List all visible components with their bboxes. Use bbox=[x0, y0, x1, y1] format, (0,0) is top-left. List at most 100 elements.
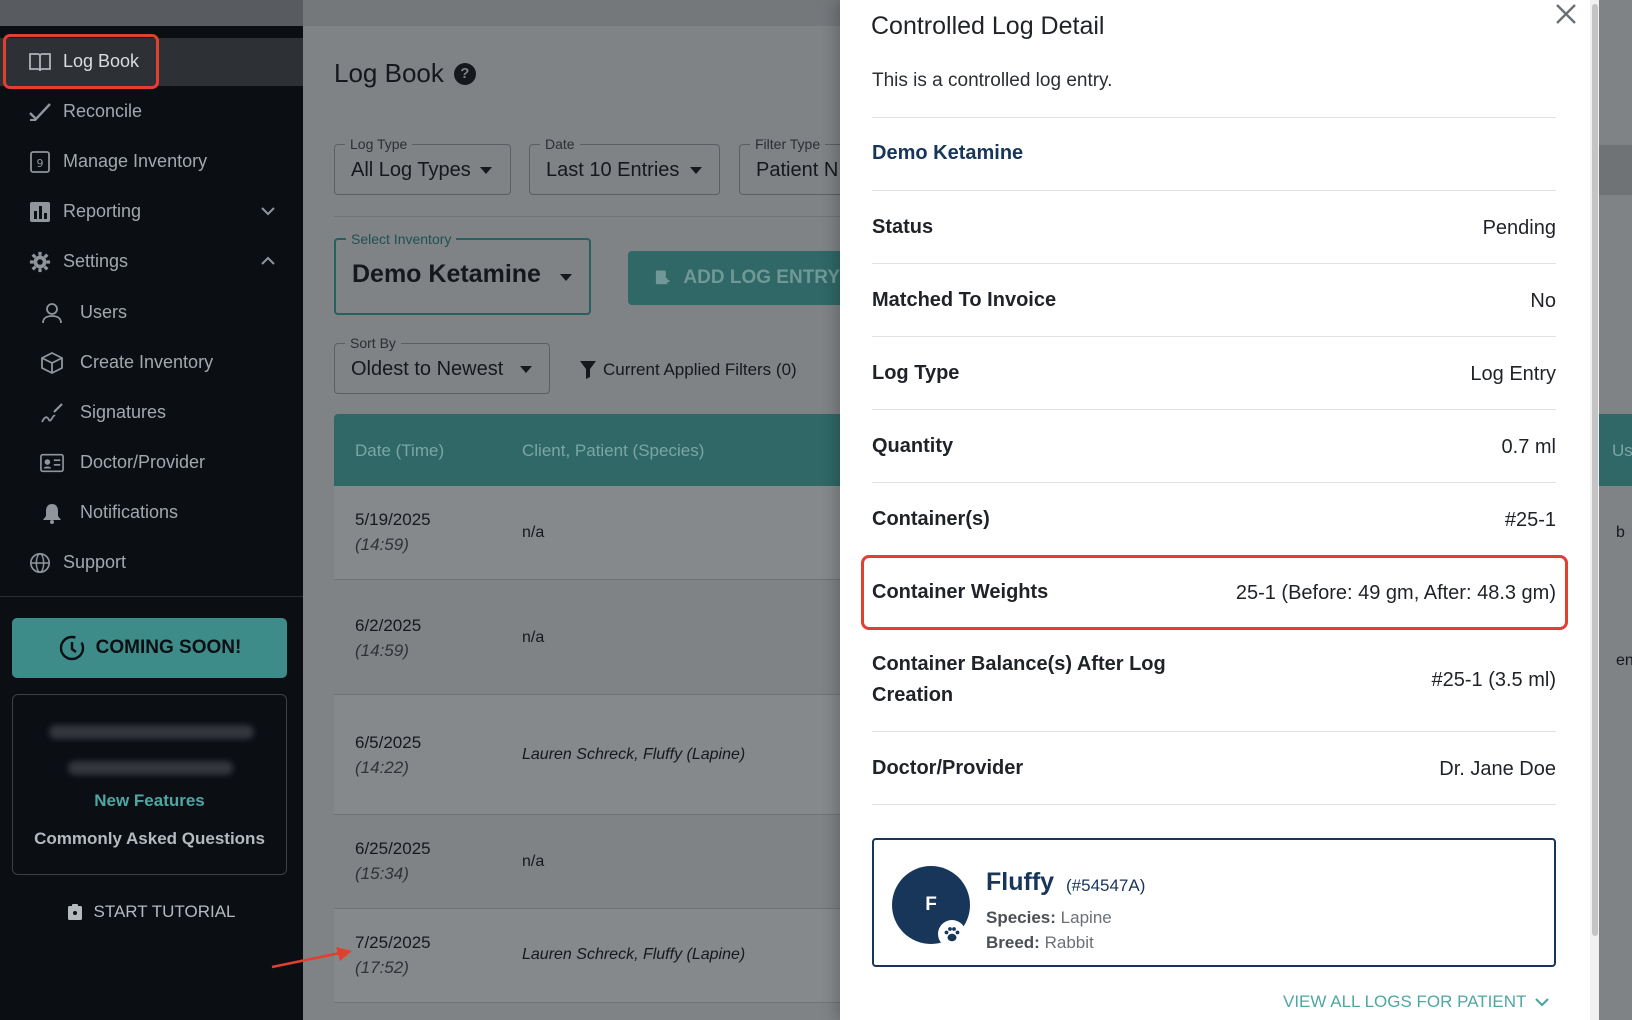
annotation-arrow-icon bbox=[271, 947, 352, 969]
table-row[interactable]: 6/5/2025 (14:22) Lauren Schreck, Fluffy … bbox=[334, 695, 840, 815]
row-date: 6/25/2025 bbox=[355, 839, 431, 858]
species-label: Species: bbox=[986, 908, 1056, 927]
user-icon bbox=[42, 303, 62, 324]
sidebar-item-label: Doctor/Provider bbox=[80, 452, 206, 472]
main-content: Log Book ? Log Type All Log Types Date L… bbox=[303, 0, 849, 1020]
edge-cell-text: ent bbox=[1616, 652, 1632, 669]
column-header-date[interactable]: Date (Time) bbox=[355, 441, 444, 461]
detail-label-matched: Matched To Invoice bbox=[872, 289, 1057, 311]
table-row[interactable]: 5/19/2025 (14:59) n/a bbox=[334, 486, 840, 580]
divider bbox=[872, 336, 1556, 337]
main-top-strip bbox=[303, 0, 840, 26]
patient-card[interactable]: F Fluffy (#54547A) Species: Lapine Breed… bbox=[872, 838, 1556, 967]
log-type-select[interactable]: Log Type All Log Types bbox=[334, 136, 511, 195]
version-text-blurred bbox=[49, 725, 254, 739]
applied-filters-button[interactable]: Current Applied Filters (0) bbox=[579, 360, 797, 380]
table-header: Date (Time) Client, Patient (Species) bbox=[334, 414, 840, 486]
cube-icon bbox=[41, 352, 63, 374]
sidebar-item-notifications[interactable]: Notifications bbox=[0, 489, 303, 537]
sidebar-item-label: Support bbox=[63, 552, 127, 572]
inventory-icon: 9 bbox=[30, 151, 50, 173]
species-value: Lapine bbox=[1060, 908, 1112, 927]
breed-label: Breed: bbox=[986, 933, 1040, 952]
new-features-link[interactable]: New Features bbox=[13, 791, 286, 811]
filter-type-legend: Filter Type bbox=[750, 136, 826, 152]
row-date: 6/2/2025 bbox=[355, 616, 422, 635]
coming-soon-label: COMING SOON! bbox=[95, 637, 242, 658]
sidebar-divider bbox=[0, 596, 303, 597]
patient-id: (#54547A) bbox=[1066, 876, 1146, 895]
page-title: Log Book ? bbox=[334, 58, 476, 89]
sidebar-item-label: Reporting bbox=[63, 201, 142, 221]
detail-label-quantity: Quantity bbox=[872, 435, 954, 457]
bell-icon bbox=[43, 504, 61, 524]
log-type-legend: Log Type bbox=[345, 136, 413, 152]
add-log-entry-label: ADD LOG ENTRY bbox=[683, 267, 840, 288]
select-inventory-value: Demo Ketamine bbox=[352, 260, 541, 288]
sidebar-item-reporting[interactable]: Reporting bbox=[0, 188, 303, 236]
divider bbox=[872, 263, 1556, 264]
caret-down-icon bbox=[690, 167, 702, 174]
column-header-client[interactable]: Client, Patient (Species) bbox=[522, 441, 704, 461]
caret-down-icon bbox=[480, 167, 492, 174]
table-row[interactable]: 7/25/2025 (17:52) Lauren Schreck, Fluffy… bbox=[334, 909, 840, 1003]
select-inventory[interactable]: Select Inventory Demo Ketamine bbox=[334, 231, 591, 315]
row-date: 6/5/2025 bbox=[355, 733, 422, 752]
sidebar-item-label: Create Inventory bbox=[80, 352, 214, 372]
table-row[interactable]: 6/2/2025 (14:59) n/a bbox=[334, 580, 840, 695]
row-date: 5/19/2025 bbox=[355, 510, 431, 529]
svg-text:9: 9 bbox=[37, 157, 44, 170]
patient-name: Fluffy bbox=[986, 868, 1055, 896]
sidebar-top-strip bbox=[0, 0, 303, 26]
sidebar-item-signatures[interactable]: Signatures bbox=[0, 389, 303, 437]
row-time: (15:34) bbox=[355, 864, 409, 883]
edge-cell-text: b bbox=[1616, 524, 1625, 541]
close-icon[interactable] bbox=[1552, 0, 1580, 28]
view-all-logs-label: VIEW ALL LOGS FOR PATIENT bbox=[1283, 992, 1527, 1011]
edge-header-text: Us bbox=[1612, 441, 1632, 460]
coming-soon-button[interactable]: COMING SOON! bbox=[12, 618, 287, 678]
divider bbox=[334, 216, 840, 217]
drawer-subtitle: This is a controlled log entry. bbox=[872, 70, 1113, 91]
sort-by-legend: Sort By bbox=[345, 335, 401, 351]
start-tutorial-button[interactable]: START TUTORIAL bbox=[0, 902, 303, 922]
sidebar-item-doctor-provider[interactable]: Doctor/Provider bbox=[0, 439, 303, 487]
sidebar-item-settings[interactable]: Settings bbox=[0, 238, 303, 286]
row-client: n/a bbox=[522, 524, 545, 541]
add-log-entry-button[interactable]: ADD LOG ENTRY bbox=[628, 251, 840, 305]
sidebar-item-support[interactable]: Support bbox=[0, 539, 303, 587]
divider bbox=[872, 731, 1556, 732]
caret-down-icon bbox=[560, 274, 572, 281]
row-client: n/a bbox=[522, 629, 545, 646]
help-icon[interactable]: ? bbox=[453, 62, 476, 85]
patient-breed: Breed: Rabbit bbox=[986, 933, 1094, 953]
check-icon bbox=[29, 103, 51, 121]
filter-type-value: Patient N bbox=[756, 159, 839, 181]
row-time: (14:22) bbox=[355, 758, 409, 777]
sidebar-item-manage-inventory[interactable]: 9 Manage Inventory bbox=[0, 138, 303, 186]
sidebar: Log Book Reconcile 9 Manage Inventory Re… bbox=[0, 0, 303, 1020]
sidebar-item-users[interactable]: Users bbox=[0, 289, 303, 337]
filter-type-select[interactable]: Filter Type Patient N bbox=[739, 136, 849, 195]
caret-down-icon bbox=[520, 366, 532, 373]
update-text-blurred bbox=[68, 761, 233, 775]
sort-by-select[interactable]: Sort By Oldest to Newest bbox=[334, 335, 550, 394]
detail-label-status: Status bbox=[872, 216, 934, 238]
date-value: Last 10 Entries bbox=[546, 159, 680, 181]
sidebar-item-create-inventory[interactable]: Create Inventory bbox=[0, 339, 303, 387]
common-questions-link[interactable]: Commonly Asked Questions bbox=[13, 829, 286, 849]
divider bbox=[872, 804, 1556, 805]
table-row[interactable]: 6/25/2025 (15:34) n/a bbox=[334, 815, 840, 909]
detail-label-balance-line2: Creation bbox=[872, 684, 954, 706]
detail-value-matched: No bbox=[1530, 290, 1556, 312]
view-all-logs-button[interactable]: VIEW ALL LOGS FOR PATIENT bbox=[1283, 992, 1550, 1012]
drawer-scrollbar-thumb[interactable] bbox=[1592, 4, 1598, 936]
drug-link[interactable]: Demo Ketamine bbox=[872, 142, 1023, 165]
row-client: n/a bbox=[522, 853, 545, 870]
applied-filters-label: Current Applied Filters (0) bbox=[603, 360, 797, 379]
detail-label-doctor: Doctor/Provider bbox=[872, 757, 1024, 779]
date-select[interactable]: Date Last 10 Entries bbox=[529, 136, 720, 195]
divider bbox=[872, 482, 1556, 483]
detail-value-log-type: Log Entry bbox=[1470, 363, 1556, 385]
sidebar-item-reconcile[interactable]: Reconcile bbox=[0, 88, 303, 136]
